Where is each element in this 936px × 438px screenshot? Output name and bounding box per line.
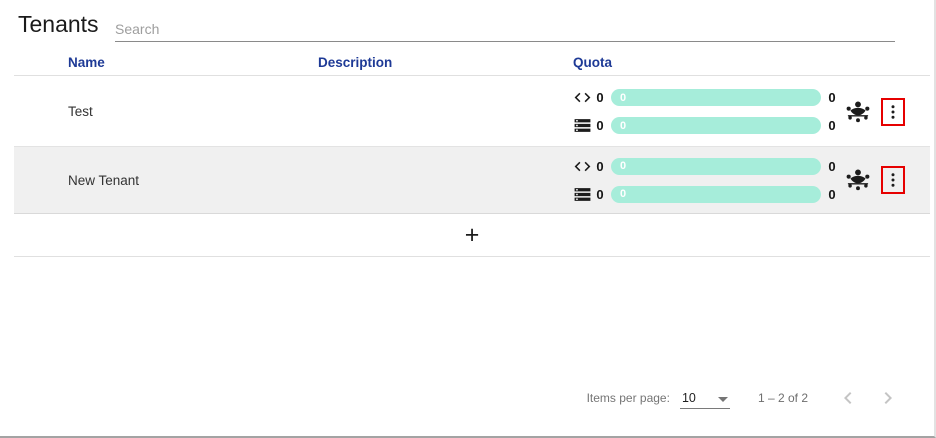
quota-cell: 0 0 0 0 0 0 [573, 158, 845, 203]
quota-bar-value: 0 [620, 188, 626, 200]
chevron-right-icon [876, 386, 900, 410]
groups-icon [845, 99, 871, 125]
dropdown-arrow-icon [718, 397, 728, 402]
quota-progress-bar: 0 [611, 158, 821, 175]
storage-icon [573, 185, 592, 204]
table-header-row: Name Description Quota [14, 50, 930, 76]
quota-progress-bar: 0 [611, 89, 821, 106]
page-size-value: 10 [682, 391, 696, 405]
quota-used-value: 0 [596, 187, 604, 202]
code-icon [573, 157, 592, 176]
row-menu-button[interactable] [881, 166, 905, 194]
quota-progress-bar: 0 [611, 186, 821, 203]
items-per-page-label: Items per page: [587, 391, 670, 405]
groups-icon [845, 167, 871, 193]
quota-used-value: 0 [596, 90, 604, 105]
quota-progress-bar: 0 [611, 117, 821, 134]
search-input[interactable] [115, 16, 895, 42]
column-header-name[interactable]: Name [14, 55, 318, 70]
quota-bar-value: 0 [620, 120, 626, 132]
next-page-button[interactable] [874, 384, 902, 412]
row-actions [845, 166, 930, 194]
tenants-page: Tenants Name Description Quota Test 0 0 [0, 0, 936, 438]
quota-bar-value: 0 [620, 160, 626, 172]
add-row: + [14, 214, 930, 257]
row-actions [845, 98, 930, 126]
quota-used-value: 0 [596, 159, 604, 174]
previous-page-button[interactable] [834, 384, 862, 412]
quota-line: 0 0 0 [573, 89, 845, 106]
quota-line: 0 0 0 [573, 186, 845, 203]
quota-line: 0 0 0 [573, 158, 845, 175]
tenant-name: Test [14, 104, 318, 119]
paginator: Items per page: 10 1 – 2 of 2 [587, 383, 902, 413]
table-row[interactable]: Test 0 0 0 0 [14, 77, 930, 146]
row-menu-button[interactable] [881, 98, 905, 126]
page-range-label: 1 – 2 of 2 [758, 391, 808, 405]
add-tenant-button[interactable]: + [465, 223, 480, 248]
tenant-users-button[interactable] [845, 99, 871, 125]
quota-limit-value: 0 [828, 187, 836, 202]
code-icon [573, 88, 592, 107]
tenant-name: New Tenant [14, 173, 318, 188]
page-title: Tenants [18, 11, 99, 38]
quota-bar-value: 0 [620, 92, 626, 104]
quota-limit-value: 0 [828, 159, 836, 174]
quota-limit-value: 0 [828, 118, 836, 133]
quota-used-value: 0 [596, 118, 604, 133]
quota-line: 0 0 0 [573, 117, 845, 134]
page-size-select[interactable]: 10 [680, 387, 730, 409]
table-body: Test 0 0 0 0 [14, 77, 930, 214]
more-vert-icon [884, 103, 902, 121]
table-row[interactable]: New Tenant 0 0 0 0 [14, 146, 930, 214]
column-header-description[interactable]: Description [318, 55, 573, 70]
quota-cell: 0 0 0 0 0 0 [573, 89, 845, 134]
storage-icon [573, 116, 592, 135]
quota-limit-value: 0 [828, 90, 836, 105]
column-header-quota: Quota [573, 55, 845, 70]
tenant-users-button[interactable] [845, 167, 871, 193]
chevron-left-icon [836, 386, 860, 410]
more-vert-icon [884, 171, 902, 189]
